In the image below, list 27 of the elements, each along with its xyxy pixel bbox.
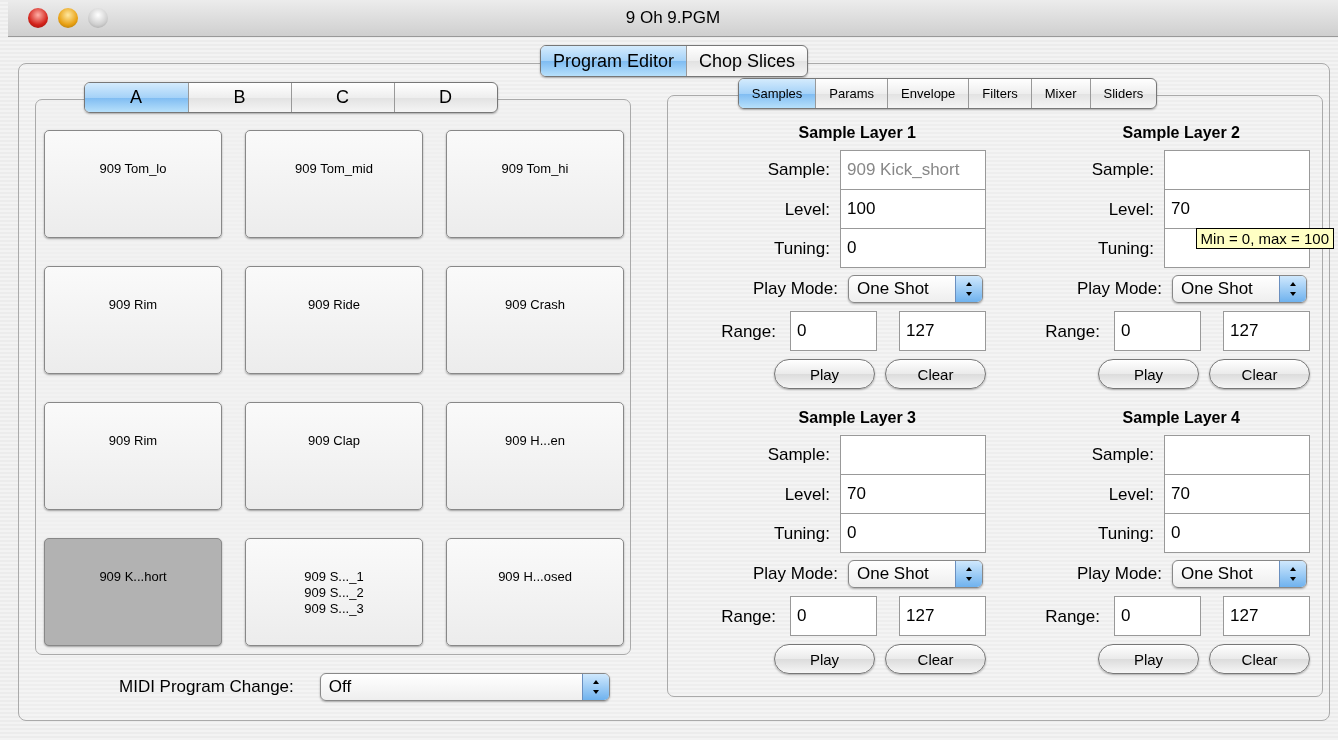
field-label: Range: bbox=[721, 321, 776, 342]
field-label: Play Mode: bbox=[1076, 279, 1162, 299]
field-label: Sample: bbox=[767, 160, 830, 180]
field-label: Level: bbox=[1108, 484, 1154, 505]
field-label: Tuning: bbox=[773, 523, 830, 544]
layer-heading: Sample Layer 3 bbox=[798, 409, 916, 427]
field-label: Play Mode: bbox=[1076, 564, 1162, 584]
field-label: Level: bbox=[784, 484, 830, 505]
field-label: Range: bbox=[1045, 321, 1100, 342]
window-title: 9 Oh 9.PGM bbox=[625, 8, 721, 27]
field-label: Play Mode: bbox=[752, 279, 838, 299]
field-label: Play Mode: bbox=[752, 564, 838, 584]
layer-heading: Sample Layer 4 bbox=[1122, 409, 1240, 427]
field-label: Range: bbox=[721, 606, 776, 627]
layer-heading: Sample Layer 2 bbox=[1122, 124, 1240, 142]
field-label: Tuning: bbox=[1097, 523, 1154, 544]
field-label: Level: bbox=[784, 199, 830, 220]
tooltip: Min = 0, max = 100 bbox=[1195, 228, 1334, 249]
field-label: Sample: bbox=[767, 445, 830, 465]
field-label: Tuning: bbox=[1097, 238, 1154, 259]
midi-program-change-label: MIDI Program Change: bbox=[119, 677, 294, 697]
field-label: Level: bbox=[1108, 199, 1154, 220]
layer-heading: Sample Layer 1 bbox=[798, 124, 916, 142]
field-label: Tuning: bbox=[773, 238, 830, 259]
field-label: Sample: bbox=[1091, 160, 1154, 180]
field-label: Range: bbox=[1045, 606, 1100, 627]
field-label: Sample: bbox=[1091, 445, 1154, 465]
